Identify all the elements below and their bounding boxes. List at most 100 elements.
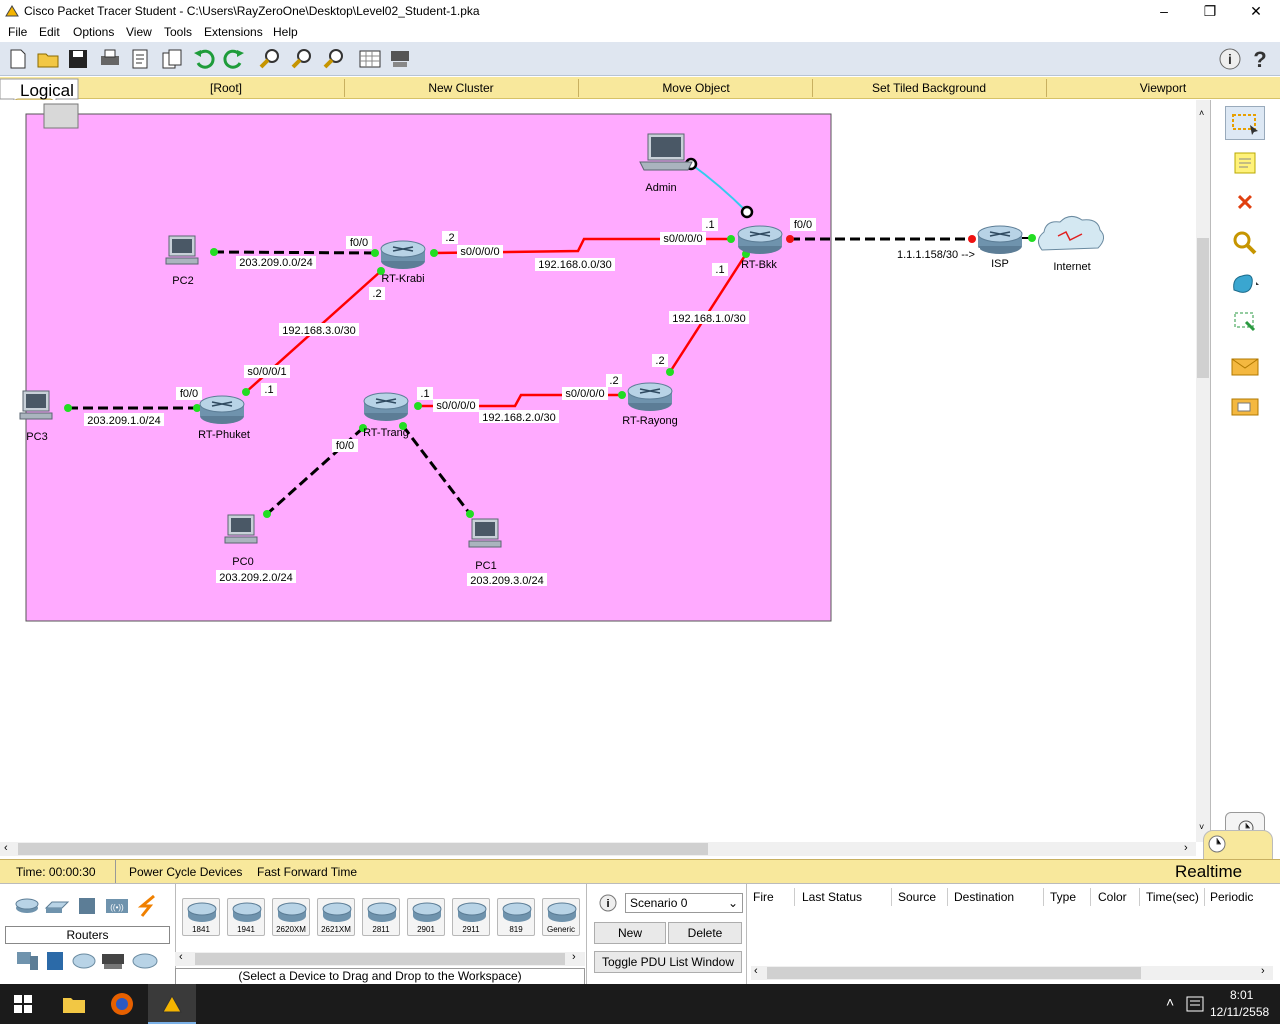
scroll-right-arrow[interactable]: › bbox=[572, 951, 576, 963]
info-icon[interactable]: i bbox=[1218, 47, 1242, 71]
workspace-vertical-scrollbar[interactable]: ˄ ˅ bbox=[1196, 100, 1210, 842]
menu-extensions[interactable]: Extensions bbox=[204, 25, 263, 39]
scroll-right-arrow[interactable]: › bbox=[1261, 965, 1265, 977]
activity-wizard-icon[interactable] bbox=[128, 47, 152, 71]
router-rt-rayong-icon[interactable] bbox=[627, 382, 673, 412]
palette-icon[interactable] bbox=[358, 47, 382, 71]
ethernet-link-pc2-krabi[interactable] bbox=[213, 250, 376, 255]
menu-view[interactable]: View bbox=[126, 25, 152, 39]
copy-icon[interactable] bbox=[160, 47, 184, 71]
end-devices-category-icon[interactable] bbox=[14, 950, 40, 972]
close-button[interactable]: ✕ bbox=[1233, 0, 1279, 22]
router-model-2811[interactable]: 2811 bbox=[362, 898, 400, 936]
security-category-icon[interactable] bbox=[44, 950, 66, 972]
scenario-select[interactable]: Scenario 0 ⌄ bbox=[625, 893, 743, 913]
delete-tool-icon[interactable]: ✕ bbox=[1225, 186, 1265, 220]
note-tool-icon[interactable] bbox=[1225, 146, 1265, 180]
connections-category-icon[interactable] bbox=[136, 894, 160, 918]
hubs-category-icon[interactable] bbox=[76, 896, 98, 916]
scroll-thumb[interactable] bbox=[1197, 238, 1209, 378]
router-rt-krabi-icon[interactable] bbox=[380, 240, 426, 270]
minimize-button[interactable]: – bbox=[1141, 0, 1187, 22]
select-tool-icon[interactable] bbox=[1225, 106, 1265, 140]
router-rt-bkk-icon[interactable] bbox=[737, 225, 783, 255]
device-model-scrollbar[interactable]: ‹ › bbox=[175, 951, 585, 966]
routers-category-icon[interactable] bbox=[14, 896, 40, 916]
workspace-horizontal-scrollbar[interactable]: ‹ › bbox=[0, 842, 1196, 856]
topology-canvas[interactable]: Admin PC2 PC3 PC0 PC1 RT-Krabi RT-Bkk RT… bbox=[0, 100, 1196, 842]
internet-cloud-icon[interactable] bbox=[1038, 216, 1104, 251]
scroll-right-arrow[interactable]: › bbox=[1184, 842, 1188, 854]
scroll-left-arrow[interactable]: ‹ bbox=[4, 842, 8, 854]
router-model-1941[interactable]: 1941 bbox=[227, 898, 265, 936]
redo-icon[interactable] bbox=[222, 47, 246, 71]
set-tiled-background-button[interactable]: Set Tiled Background bbox=[814, 81, 1044, 95]
router-rt-phuket-icon[interactable] bbox=[199, 395, 245, 425]
toggle-pdu-list-button[interactable]: Toggle PDU List Window bbox=[594, 951, 742, 973]
pc0-icon[interactable] bbox=[224, 514, 258, 544]
scroll-up-arrow[interactable]: ˄ bbox=[1199, 108, 1204, 118]
undo-icon[interactable] bbox=[192, 47, 216, 71]
tray-chevron-up-icon[interactable]: ˄ bbox=[1166, 994, 1174, 1010]
menu-edit[interactable]: Edit bbox=[39, 25, 60, 39]
custom-devices-category-icon[interactable] bbox=[100, 950, 126, 972]
power-cycle-devices-button[interactable]: Power Cycle Devices bbox=[129, 865, 242, 879]
draw-shape-tool-icon[interactable] bbox=[1225, 266, 1265, 300]
taskbar-packet-tracer[interactable] bbox=[148, 984, 196, 1024]
logical-workspace[interactable]: Admin PC2 PC3 PC0 PC1 RT-Krabi RT-Bkk RT… bbox=[0, 100, 1196, 842]
save-icon[interactable] bbox=[66, 47, 90, 71]
router-model-1841[interactable]: 1841 bbox=[182, 898, 220, 936]
add-complex-pdu-icon[interactable] bbox=[1225, 390, 1265, 424]
scroll-left-arrow[interactable]: ‹ bbox=[754, 965, 758, 977]
router-model-2901[interactable]: 2901 bbox=[407, 898, 445, 936]
scroll-thumb[interactable] bbox=[195, 953, 565, 965]
router-isp-icon[interactable] bbox=[977, 225, 1023, 255]
firefox-icon[interactable] bbox=[110, 992, 134, 1016]
pc1-icon[interactable] bbox=[468, 518, 502, 548]
menu-help[interactable]: Help bbox=[273, 25, 298, 39]
windows-start-icon[interactable] bbox=[14, 995, 32, 1013]
router-model-generic[interactable]: Generic bbox=[542, 898, 580, 936]
fast-forward-time-button[interactable]: Fast Forward Time bbox=[257, 865, 357, 879]
zoom-in-icon[interactable] bbox=[258, 47, 282, 71]
wireless-category-icon[interactable]: ((•)) bbox=[104, 896, 130, 916]
add-simple-pdu-icon[interactable] bbox=[1225, 350, 1265, 384]
action-center-icon[interactable] bbox=[1186, 996, 1204, 1012]
file-explorer-icon[interactable] bbox=[62, 994, 86, 1014]
pc3-icon[interactable] bbox=[19, 390, 53, 420]
pc2-icon[interactable] bbox=[165, 235, 199, 265]
resize-shape-tool-icon[interactable] bbox=[1225, 306, 1265, 340]
router-rt-trang-icon[interactable] bbox=[363, 392, 409, 422]
router-model-2911[interactable]: 2911 bbox=[452, 898, 490, 936]
new-cluster-button[interactable]: New Cluster bbox=[346, 81, 576, 95]
menu-file[interactable]: File bbox=[8, 25, 27, 39]
zoom-out-icon[interactable] bbox=[322, 47, 346, 71]
print-icon[interactable] bbox=[98, 47, 122, 71]
inspect-tool-icon[interactable] bbox=[1225, 226, 1265, 260]
router-model-2621xm[interactable]: 2621XM bbox=[317, 898, 355, 936]
router-model-2620xm[interactable]: 2620XM bbox=[272, 898, 310, 936]
router-model-819[interactable]: 819 bbox=[497, 898, 535, 936]
new-scenario-button[interactable]: New bbox=[594, 922, 666, 944]
delete-scenario-button[interactable]: Delete bbox=[668, 922, 742, 944]
menu-options[interactable]: Options bbox=[73, 25, 114, 39]
scroll-left-arrow[interactable]: ‹ bbox=[179, 951, 183, 963]
maximize-button[interactable]: ❐ bbox=[1187, 0, 1233, 22]
custom-device-icon[interactable] bbox=[388, 47, 412, 71]
root-nav[interactable]: [Root] bbox=[110, 81, 342, 95]
viewport-button[interactable]: Viewport bbox=[1048, 81, 1278, 95]
scroll-down-arrow[interactable]: ˅ bbox=[1199, 822, 1204, 832]
pdu-list-scrollbar[interactable]: ‹ › bbox=[751, 965, 1273, 980]
wan-emulation-category-icon[interactable] bbox=[72, 952, 96, 970]
zoom-reset-icon[interactable] bbox=[290, 47, 314, 71]
new-file-icon[interactable] bbox=[6, 47, 30, 71]
scroll-thumb[interactable] bbox=[767, 967, 1141, 979]
help-question-icon[interactable]: ? bbox=[1248, 47, 1272, 71]
move-object-button[interactable]: Move Object bbox=[580, 81, 812, 95]
open-folder-icon[interactable] bbox=[36, 47, 60, 71]
menu-tools[interactable]: Tools bbox=[164, 25, 192, 39]
laptop-admin-icon[interactable] bbox=[639, 133, 693, 171]
switches-category-icon[interactable] bbox=[44, 896, 70, 916]
scroll-thumb[interactable] bbox=[18, 843, 708, 855]
multiuser-category-icon[interactable] bbox=[132, 952, 158, 970]
